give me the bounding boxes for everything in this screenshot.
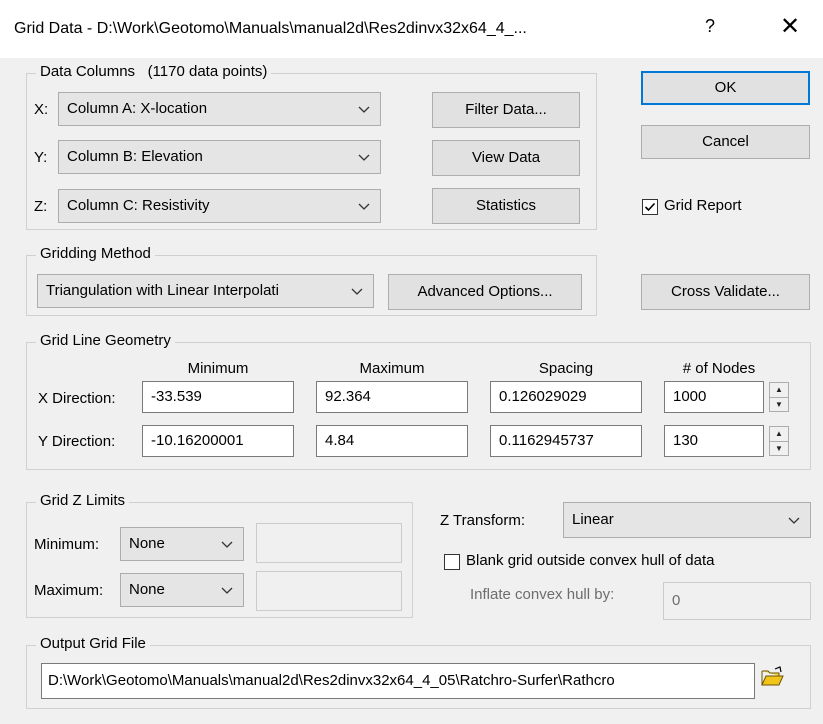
grid-report-label: Grid Report: [664, 197, 742, 214]
output-path-input[interactable]: D:\Work\Geotomo\Manuals\manual2d\Res2din…: [41, 663, 755, 699]
z-maximum-label: Maximum:: [34, 582, 104, 599]
y-max-input[interactable]: 4.84: [316, 425, 468, 457]
y-nodes-stepper[interactable]: ▲ ▼: [769, 426, 789, 456]
open-folder-icon[interactable]: [760, 666, 784, 690]
chevron-down-icon: [347, 275, 367, 307]
z-maximum-select[interactable]: None: [120, 573, 244, 607]
z-column-select[interactable]: Column C: Resistivity: [58, 189, 381, 223]
gridding-method-select[interactable]: Triangulation with Linear Interpolati: [37, 274, 374, 308]
chevron-down-icon: [354, 141, 374, 173]
chevron-down-icon: [217, 528, 237, 560]
up-arrow-icon[interactable]: ▲: [770, 383, 788, 398]
up-arrow-icon[interactable]: ▲: [770, 427, 788, 442]
z-transform-label: Z Transform:: [440, 512, 526, 529]
x-spacing-input[interactable]: 0.126029029: [490, 381, 642, 413]
z-minimum-select[interactable]: None: [120, 527, 244, 561]
z-minimum-label: Minimum:: [34, 536, 100, 553]
maximum-header: Maximum: [359, 360, 425, 377]
grid-line-geometry-title: Grid Line Geometry: [36, 332, 175, 349]
y-axis-label: Y:: [34, 149, 48, 166]
inflate-hull-label: Inflate convex hull by:: [470, 586, 615, 603]
z-minimum-value-input: [256, 523, 402, 563]
down-arrow-icon[interactable]: ▼: [770, 398, 788, 412]
cancel-button[interactable]: Cancel: [641, 125, 810, 159]
window-title: Grid Data - D:\Work\Geotomo\Manuals\manu…: [14, 20, 527, 37]
y-column-select[interactable]: Column B: Elevation: [58, 140, 381, 174]
grid-z-limits-title: Grid Z Limits: [36, 492, 130, 509]
cross-validate-button[interactable]: Cross Validate...: [641, 274, 810, 310]
gridding-method-title: Gridding Method: [36, 245, 155, 262]
minimum-header: Minimum: [187, 360, 249, 377]
x-axis-label: X:: [34, 101, 49, 118]
chevron-down-icon: [354, 190, 374, 222]
spacing-header: Spacing: [538, 360, 594, 377]
advanced-options-button[interactable]: Advanced Options...: [388, 274, 582, 310]
blank-grid-label: Blank grid outside convex hull of data: [466, 552, 715, 569]
statistics-button[interactable]: Statistics: [432, 188, 580, 224]
x-nodes-input[interactable]: 1000: [664, 381, 764, 413]
chevron-down-icon: [354, 93, 374, 125]
down-arrow-icon[interactable]: ▼: [770, 442, 788, 456]
z-transform-select[interactable]: Linear: [563, 502, 811, 538]
x-direction-label: X Direction:: [38, 390, 116, 407]
checkmark-icon: [642, 199, 658, 215]
checkbox-box: [444, 554, 460, 570]
x-max-input[interactable]: 92.364: [316, 381, 468, 413]
inflate-hull-input: 0: [663, 582, 811, 620]
x-nodes-stepper[interactable]: ▲ ▼: [769, 382, 789, 412]
y-spacing-input[interactable]: 0.1162945737: [490, 425, 642, 457]
z-axis-label: Z:: [34, 198, 48, 215]
output-grid-file-title: Output Grid File: [36, 635, 150, 652]
y-min-input[interactable]: -10.16200001: [142, 425, 294, 457]
y-nodes-input[interactable]: 130: [664, 425, 764, 457]
x-column-select[interactable]: Column A: X-location: [58, 92, 381, 126]
filter-data-button[interactable]: Filter Data...: [432, 92, 580, 128]
close-button[interactable]: ✕: [775, 12, 805, 41]
view-data-button[interactable]: View Data: [432, 140, 580, 176]
chevron-down-icon: [784, 503, 804, 537]
data-columns-title: Data Columns (1170 data points): [36, 63, 272, 80]
help-button[interactable]: ?: [700, 16, 720, 37]
ok-button[interactable]: OK: [641, 71, 810, 105]
nodes-header: # of Nodes: [682, 360, 756, 377]
y-direction-label: Y Direction:: [38, 433, 116, 450]
chevron-down-icon: [217, 574, 237, 606]
z-maximum-value-input: [256, 571, 402, 611]
x-min-input[interactable]: -33.539: [142, 381, 294, 413]
